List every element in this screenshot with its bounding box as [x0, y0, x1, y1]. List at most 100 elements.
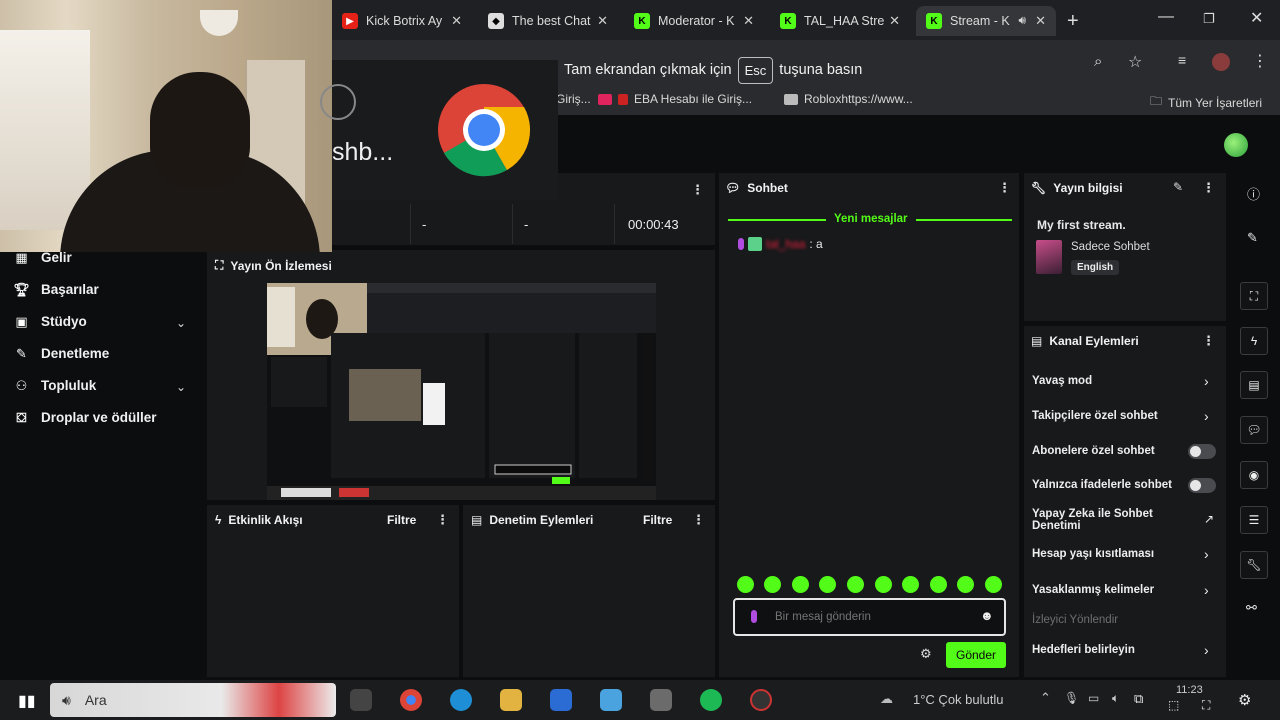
- preview-toggle-icon[interactable]: ⛶: [1240, 282, 1268, 310]
- more-options-icon[interactable]: ⋮: [1202, 180, 1215, 196]
- fullscreen-icon[interactable]: ⛶: [1202, 698, 1210, 713]
- more-options-icon[interactable]: ⋮: [998, 180, 1011, 196]
- close-tab-icon[interactable]: ✕: [889, 13, 900, 29]
- browser-tab-1[interactable]: ▶ Kick Botrix Ay ✕: [332, 6, 472, 36]
- chevron-right-icon[interactable]: ›: [1204, 373, 1209, 389]
- clock[interactable]: 11:23: [1176, 684, 1203, 696]
- category-thumbnail[interactable]: [1036, 240, 1062, 274]
- emote[interactable]: [819, 576, 836, 593]
- browser-tab-3[interactable]: K Moderator - K ✕: [624, 6, 764, 36]
- more-options-icon[interactable]: ⋮: [692, 512, 705, 528]
- emotes-only-toggle[interactable]: [1188, 478, 1216, 493]
- emoji-icon[interactable]: ☻: [980, 608, 994, 623]
- chevron-down-icon[interactable]: ⌄: [176, 316, 186, 330]
- close-tab-icon[interactable]: ✕: [597, 13, 608, 29]
- send-button[interactable]: Gönder: [946, 642, 1006, 668]
- stream-preview-video[interactable]: [267, 283, 656, 500]
- outlook-icon[interactable]: [550, 689, 572, 711]
- filter-button[interactable]: Filtre: [387, 513, 416, 527]
- volume-icon[interactable]: 🔈︎: [1112, 691, 1119, 706]
- more-options-icon[interactable]: ⋮: [1202, 333, 1215, 349]
- chevron-right-icon[interactable]: ›: [1204, 546, 1209, 562]
- external-link-icon[interactable]: ↗: [1204, 512, 1214, 526]
- wrench-toggle-icon[interactable]: 🔧︎: [1240, 551, 1268, 579]
- bookmark-item[interactable]: Robloxhttps://www...: [784, 92, 913, 106]
- subscribers-only-toggle[interactable]: [1188, 444, 1216, 459]
- screenshot-icon[interactable]: ⬚: [1168, 698, 1179, 712]
- emote[interactable]: [902, 576, 919, 593]
- new-tab-icon[interactable]: +: [1067, 10, 1079, 33]
- star-icon[interactable]: ☆: [1128, 52, 1142, 72]
- sidebar-item-community[interactable]: ⚇ Topluluk: [14, 378, 97, 394]
- bookmark-item[interactable]: EBA Hesabı ile Giriş...: [598, 92, 752, 106]
- category-name[interactable]: Sadece Sohbet: [1071, 241, 1150, 253]
- chrome-taskbar-icon[interactable]: [400, 689, 422, 711]
- briefcase-icon[interactable]: [650, 689, 672, 711]
- explorer-icon[interactable]: [500, 689, 522, 711]
- broadcast-toggle-icon[interactable]: ◉: [1240, 461, 1268, 489]
- settings-icon[interactable]: ⚙: [1238, 691, 1251, 709]
- chat-message-input[interactable]: [773, 606, 973, 628]
- layout-toggle-icon[interactable]: ☰: [1240, 506, 1268, 534]
- document-toggle-icon[interactable]: ▤: [1240, 371, 1268, 399]
- emote[interactable]: [737, 576, 754, 593]
- filter-button[interactable]: Filtre: [643, 513, 672, 527]
- edit-icon[interactable]: ✎: [1247, 230, 1258, 246]
- restore-icon[interactable]: ❐: [1203, 11, 1215, 27]
- emote[interactable]: [930, 576, 947, 593]
- activity-toggle-icon[interactable]: ϟ: [1240, 327, 1268, 355]
- emote[interactable]: [875, 576, 892, 593]
- media-icon[interactable]: ≡: [1178, 52, 1186, 68]
- store-icon[interactable]: [600, 689, 622, 711]
- info-icon[interactable]: ⓘ: [1247, 184, 1260, 203]
- close-tab-icon[interactable]: ✕: [743, 13, 754, 29]
- account-age-label[interactable]: Hesap yaşı kısıtlaması: [1032, 548, 1154, 560]
- chat-username[interactable]: tal_haa: [766, 237, 805, 251]
- chevron-down-icon[interactable]: ⌄: [176, 380, 186, 394]
- weather-text[interactable]: 1°C Çok bulutlu: [913, 692, 1003, 707]
- close-window-icon[interactable]: ✕: [1250, 8, 1263, 28]
- set-goals-label[interactable]: Hedefleri belirleyin: [1032, 644, 1135, 656]
- sidebar-item-studio[interactable]: ▣ Stüdyo: [14, 314, 86, 330]
- start-icon[interactable]: ▮▮: [18, 691, 36, 711]
- menu-icon[interactable]: ⋮: [1252, 51, 1268, 71]
- emote[interactable]: [764, 576, 781, 593]
- chevron-right-icon[interactable]: ›: [1204, 642, 1209, 658]
- edge-icon[interactable]: [450, 689, 472, 711]
- obs-icon[interactable]: [750, 689, 772, 711]
- banned-words-label[interactable]: Yasaklanmış kelimeler: [1032, 584, 1154, 596]
- chat-toggle-icon[interactable]: 💬︎: [1240, 416, 1268, 444]
- bookmark-item[interactable]: Giriş...: [556, 92, 591, 106]
- sidebar-item-achievements[interactable]: 🏆︎ Başarılar: [13, 282, 99, 298]
- window-icon[interactable]: ⧉: [1134, 691, 1143, 707]
- chevron-right-icon[interactable]: ›: [1204, 582, 1209, 598]
- speaker-icon[interactable]: 🔊︎: [1018, 13, 1026, 28]
- chevron-right-icon[interactable]: ›: [1204, 408, 1209, 424]
- chat-input-box[interactable]: ☻: [733, 598, 1006, 636]
- zoom-icon[interactable]: ⌕: [1094, 53, 1102, 70]
- avatar[interactable]: [1224, 133, 1248, 157]
- ai-moderation-label[interactable]: Yapay Zeka ile Sohbet Denetimi: [1032, 508, 1182, 532]
- slow-mode-label[interactable]: Yavaş mod: [1032, 375, 1092, 387]
- task-view-icon[interactable]: [350, 689, 372, 711]
- followers-only-label[interactable]: Takipçilere özel sohbet: [1032, 410, 1158, 422]
- spotify-icon[interactable]: [700, 689, 722, 711]
- close-tab-icon[interactable]: ✕: [451, 13, 462, 29]
- minimize-icon[interactable]: —: [1158, 8, 1174, 26]
- mic-icon[interactable]: 🎙︎: [1064, 691, 1079, 705]
- browser-tab-4[interactable]: K TAL_HAA Stre ✕: [770, 6, 910, 36]
- sidebar-item-revenue[interactable]: ▦ Gelir: [14, 250, 71, 266]
- tray-chevron-icon[interactable]: ⌃: [1040, 690, 1051, 706]
- emote[interactable]: [847, 576, 864, 593]
- sidebar-item-moderation[interactable]: ✎ Denetleme: [14, 346, 109, 362]
- browser-tab-active[interactable]: K Stream - K 🔊︎ ✕: [916, 6, 1056, 36]
- battery-icon[interactable]: ▭: [1088, 691, 1099, 705]
- emote[interactable]: [985, 576, 1002, 593]
- more-options-icon[interactable]: ⋮: [691, 182, 704, 198]
- close-tab-icon[interactable]: ✕: [1035, 13, 1046, 29]
- sidebar-item-drops[interactable]: ⛋ Droplar ve ödüller: [14, 410, 157, 426]
- more-options-icon[interactable]: ⋮: [436, 512, 449, 528]
- taskbar-search[interactable]: 🔊︎ Ara: [50, 683, 336, 717]
- chat-settings-icon[interactable]: ⚙: [920, 646, 932, 662]
- emote[interactable]: [792, 576, 809, 593]
